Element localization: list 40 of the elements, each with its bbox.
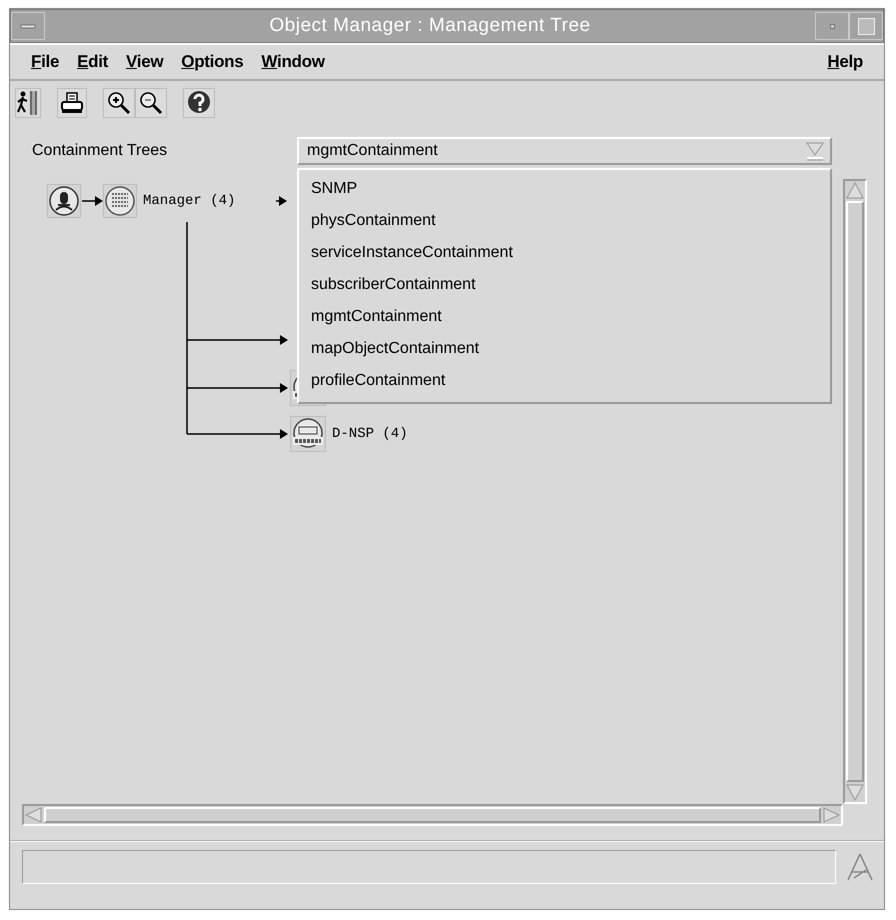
dropdown-option[interactable]: profileContainment [311, 365, 830, 397]
menu-item[interactable]: File [22, 48, 68, 76]
maximize-button[interactable] [849, 12, 883, 40]
minimize-icon [830, 24, 834, 28]
tree-dropdown[interactable]: mgmtContainment [297, 137, 832, 165]
menu-item[interactable]: Window [252, 48, 334, 76]
dropdown-option[interactable]: mgmtContainment [311, 301, 830, 333]
dropdown-option[interactable]: SNMP [311, 173, 830, 205]
zoom-in-icon[interactable] [103, 88, 135, 118]
printer-icon[interactable] [57, 88, 87, 118]
menu-item[interactable]: Options [172, 48, 252, 76]
snmp-agent-icon[interactable] [290, 416, 326, 452]
menu-item[interactable]: View [117, 48, 172, 76]
connector-arrow [82, 196, 103, 206]
node-label: Manager (4) [143, 192, 236, 210]
help-icon[interactable] [183, 88, 215, 118]
window-menu-button[interactable] [11, 12, 45, 40]
scroll-up-arrow-icon[interactable] [845, 181, 865, 201]
dropdown-option[interactable]: serviceInstanceContainment [311, 237, 830, 269]
zoom-out-icon[interactable] [135, 88, 167, 118]
horizontal-scrollbar[interactable] [22, 804, 843, 826]
connector-arrow [276, 196, 287, 206]
dropdown-option[interactable]: physContainment [311, 205, 830, 237]
scroll-left-arrow-icon[interactable] [24, 807, 44, 823]
maximize-icon [858, 18, 874, 34]
containment-label: Containment Trees [32, 142, 168, 160]
dropdown-option[interactable]: subscriberContainment [311, 269, 830, 301]
management-station-icon[interactable] [47, 184, 81, 218]
dropdown-caret-icon [806, 142, 824, 160]
dropdown-option[interactable]: mapObjectContainment [311, 333, 830, 365]
window-title: Object Manager : Management Tree [268, 15, 592, 37]
node-label: D-NSP (4) [332, 425, 408, 443]
scroll-down-arrow-icon[interactable] [845, 782, 865, 802]
exit-icon[interactable] [15, 88, 41, 118]
scroll-right-arrow-icon[interactable] [821, 807, 841, 823]
vertical-scrollbar[interactable] [843, 179, 867, 804]
logo-icon [846, 852, 874, 882]
menu-item[interactable]: Help [818, 48, 872, 76]
menu-item[interactable]: Edit [68, 48, 118, 76]
manager-icon[interactable] [103, 184, 137, 218]
